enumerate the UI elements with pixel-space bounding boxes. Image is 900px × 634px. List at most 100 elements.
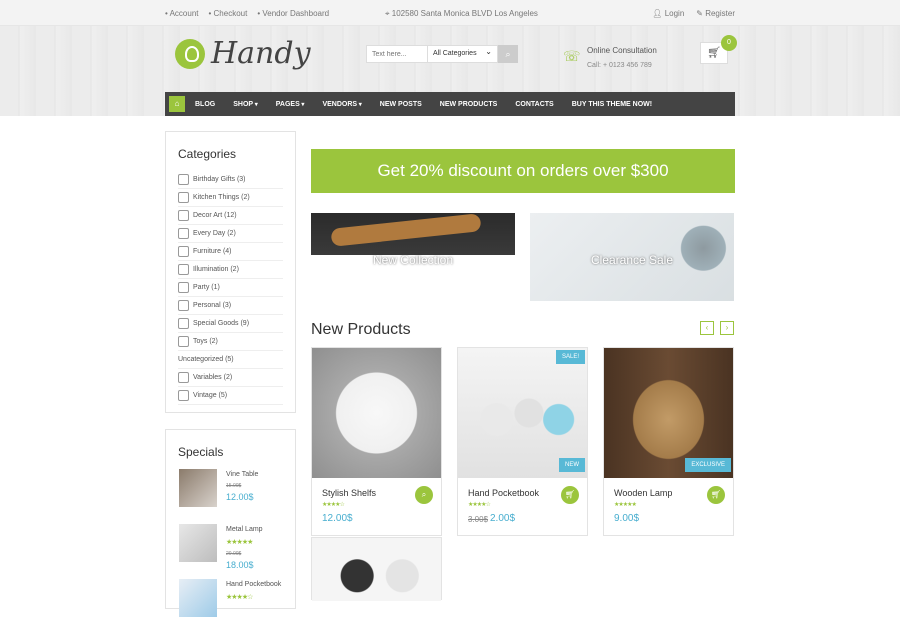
nav-pages[interactable]: PAGES <box>276 101 305 108</box>
nav-new-products[interactable]: NEW PRODUCTS <box>440 101 498 108</box>
consult-title: Online Consultation <box>587 46 657 55</box>
new-badge: NEW <box>559 458 585 472</box>
login-link[interactable]: 👤︎ Login <box>652 9 684 18</box>
nav-blog[interactable]: BLOG <box>195 101 215 108</box>
promo-clearance-sale[interactable]: Clearance Sale <box>530 213 734 301</box>
promo-label: New Collection <box>372 253 454 267</box>
chevron-left-icon[interactable]: ‹ <box>700 321 714 335</box>
category-item[interactable]: Vintage (5) <box>178 387 283 405</box>
nav-contacts[interactable]: CONTACTS <box>515 101 553 108</box>
lightbulb-icon <box>175 38 205 69</box>
specials-title: Specials <box>178 445 224 459</box>
category-item[interactable]: Uncategorized (5) <box>178 351 283 369</box>
search-icon: ⌕ <box>505 49 511 59</box>
product-name[interactable]: Hand Pocketbook <box>468 488 539 498</box>
star-rating: ★★★★★ <box>614 502 637 508</box>
product-price: 9.00$ <box>614 513 640 524</box>
add-to-cart-button[interactable]: 🛒︎ <box>707 486 725 504</box>
category-item[interactable]: Illumination (2) <box>178 261 283 279</box>
category-item[interactable]: Variables (2) <box>178 369 283 387</box>
top-bar: Account Checkout Vendor Dashboard ⌖ 1025… <box>0 0 900 26</box>
category-select[interactable]: All Categories <box>428 45 498 63</box>
categories-widget: Categories Birthday Gifts (3) Kitchen Th… <box>165 131 296 413</box>
nav-shop[interactable]: SHOP <box>233 101 258 108</box>
bottle-icon <box>178 318 189 329</box>
category-item[interactable]: Toys (2) <box>178 333 283 351</box>
new-products-title: New Products <box>311 321 411 338</box>
product-old-price: 3.00$ <box>468 515 489 524</box>
address: ⌖ 102580 Santa Monica BLVD Los Angeles <box>385 9 538 19</box>
metal-lamp-image <box>179 524 217 562</box>
product-card[interactable]: EXCLUSIVE Wooden Lamp ★★★★★ 9.00$ 🛒︎ <box>603 347 734 536</box>
product-card[interactable] <box>311 537 442 601</box>
cart-button[interactable]: 🛒︎ 0 <box>700 35 737 64</box>
checkout-link[interactable]: Checkout <box>209 9 248 18</box>
product-price: 12.00$ <box>322 513 353 524</box>
product-image[interactable] <box>312 348 441 478</box>
quick-view-button[interactable]: ⌕ <box>415 486 433 504</box>
category-item[interactable]: Kitchen Things (2) <box>178 189 283 207</box>
vine-table-image <box>179 469 217 507</box>
search-input[interactable] <box>366 45 428 63</box>
promo-label: Clearance Sale <box>590 253 674 267</box>
cart-count-badge: 0 <box>721 35 737 51</box>
category-item[interactable]: Birthday Gifts (3) <box>178 171 283 189</box>
spoon-image <box>330 213 482 247</box>
add-to-cart-button[interactable]: 🛒︎ <box>561 486 579 504</box>
category-item[interactable]: Decor Art (12) <box>178 207 283 225</box>
map-pin-icon: ⌖ <box>385 9 390 18</box>
categories-title: Categories <box>178 147 237 161</box>
account-link[interactable]: Account <box>165 9 199 18</box>
logo-text: Handy <box>211 36 311 71</box>
gift-icon <box>178 174 189 185</box>
special-item[interactable]: Metal Lamp ★★★★★ 20.00$ 18.00$ <box>166 524 295 579</box>
address-text: 102580 Santa Monica BLVD Los Angeles <box>391 9 538 18</box>
special-name: Metal Lamp <box>226 526 263 533</box>
home-icon: ⌂ <box>174 99 180 108</box>
logo[interactable]: Handy <box>175 36 311 71</box>
nav-vendors[interactable]: VENDORS <box>322 101 361 108</box>
search-button[interactable]: ⌕ <box>498 45 518 63</box>
product-card[interactable]: Stylish Shelfs ★★★★☆ 12.00$ ⌕ <box>311 347 442 536</box>
nav-buy-theme[interactable]: BUY THIS THEME NOW! <box>572 101 652 108</box>
account-links: Account Checkout Vendor Dashboard <box>165 9 329 18</box>
cart-icon: 🛒︎ <box>564 490 576 499</box>
special-price: 18.00$ <box>226 560 254 570</box>
star-rating: ★★★★☆ <box>322 502 345 508</box>
vendor-dashboard-link[interactable]: Vendor Dashboard <box>257 9 329 18</box>
discount-banner[interactable]: Get 20% discount on orders over $300 <box>311 149 735 193</box>
home-button[interactable]: ⌂ <box>169 96 185 112</box>
category-item[interactable]: Party (1) <box>178 279 283 297</box>
product-name[interactable]: Wooden Lamp <box>614 488 672 498</box>
star-rating: ★★★★★ <box>226 539 253 546</box>
nav-new-posts[interactable]: NEW POSTS <box>380 101 422 108</box>
special-item[interactable]: Vine Table 15.00$ 12.00$ <box>166 469 295 524</box>
register-link[interactable]: ✎ Register <box>696 9 735 18</box>
product-name[interactable]: Stylish Shelfs <box>322 488 376 498</box>
chevron-right-icon[interactable]: › <box>720 321 734 335</box>
specials-widget: Specials Vine Table 15.00$ 12.00$ Metal … <box>165 429 296 617</box>
sale-badge: SALE! <box>555 350 585 364</box>
category-list: Birthday Gifts (3) Kitchen Things (2) De… <box>178 171 283 405</box>
special-name: Hand Pocketbook <box>226 581 282 588</box>
category-item[interactable]: Special Goods (9) <box>178 315 283 333</box>
cart-icon: 🛒︎ <box>707 47 721 59</box>
consult-phone: Call: + 0123 456 789 <box>587 62 652 69</box>
product-card[interactable]: SALE! NEW Hand Pocketbook ★★★★☆ 3.00$ 2.… <box>457 347 588 536</box>
special-old-price: 15.00$ <box>226 483 242 489</box>
lamp-icon <box>178 264 189 275</box>
pencil-icon: ✎ <box>696 9 703 18</box>
search-icon: ⌕ <box>421 490 427 499</box>
category-item[interactable]: Every Day (2) <box>178 225 283 243</box>
promo-new-collection[interactable]: New Collection <box>311 213 515 301</box>
special-name: Vine Table <box>226 471 259 478</box>
category-item[interactable]: Furniture (4) <box>178 243 283 261</box>
special-item[interactable]: Hand Pocketbook ★★★★☆ <box>166 579 295 634</box>
calendar-icon <box>178 228 189 239</box>
cart-icon: 🛒︎ <box>710 490 722 499</box>
party-icon <box>178 282 189 293</box>
main-nav: ⌂ BLOG SHOP PAGES VENDORS NEW POSTS NEW … <box>165 92 735 116</box>
product-image[interactable] <box>312 538 441 601</box>
hand-pocketbook-image <box>179 579 217 617</box>
category-item[interactable]: Personal (3) <box>178 297 283 315</box>
